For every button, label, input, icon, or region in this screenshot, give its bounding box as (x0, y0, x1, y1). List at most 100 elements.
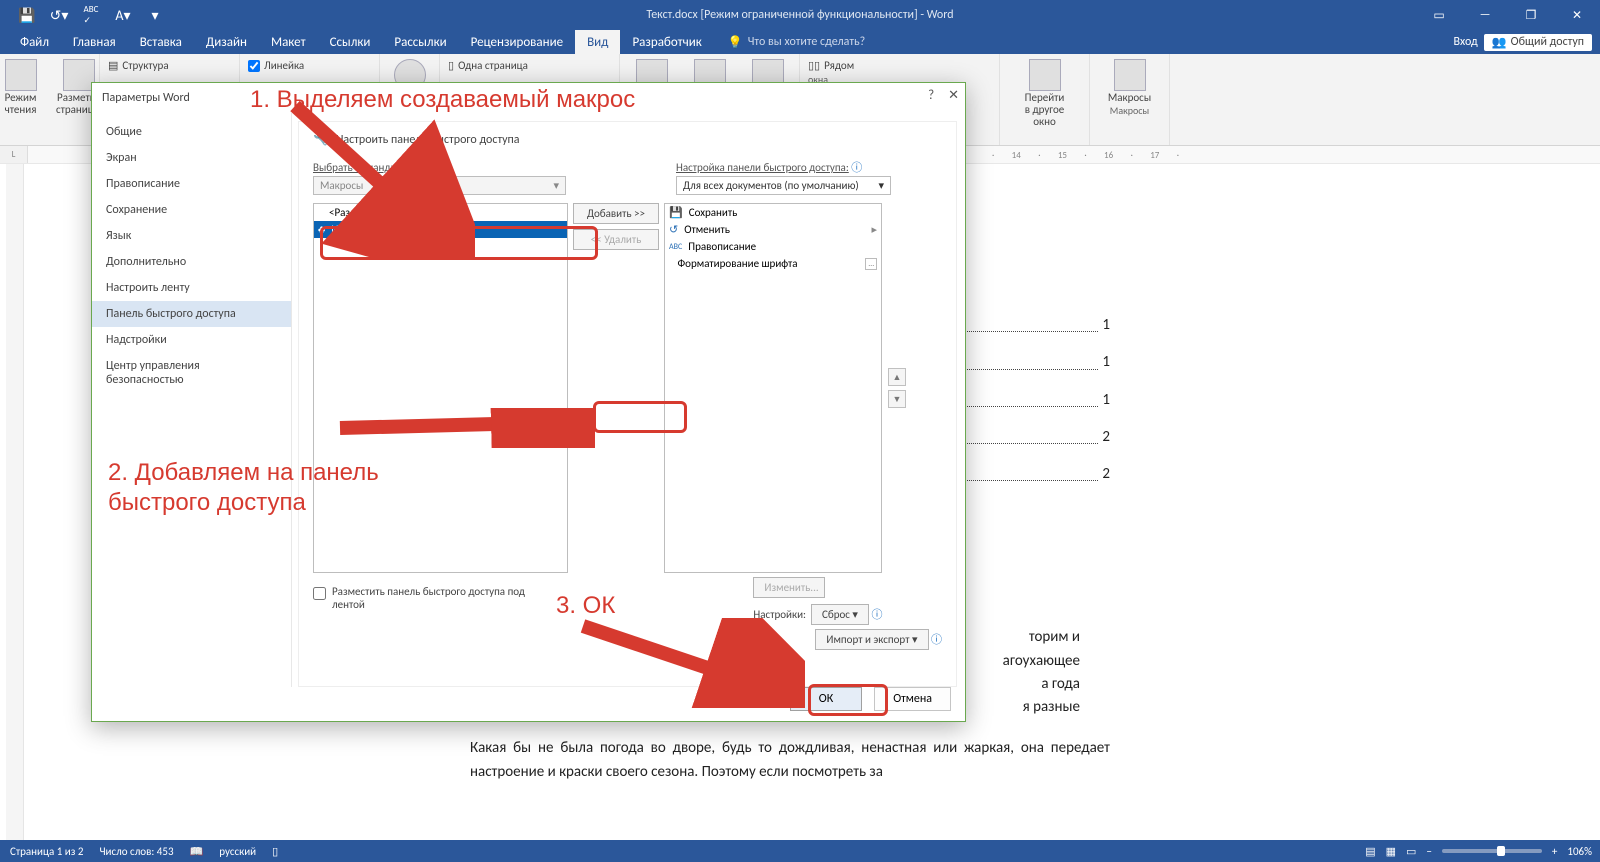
macros-group-label: Макросы (1110, 104, 1149, 119)
outline-button[interactable]: ▤Структура (108, 58, 169, 73)
sidebar-item-display[interactable]: Экран (92, 145, 291, 171)
tab-view[interactable]: Вид (575, 30, 620, 54)
sidebar-item-addins[interactable]: Надстройки (92, 327, 291, 353)
customize-qat-label: Настройка панели быстрого доступа: ⓘ (676, 159, 891, 175)
share-label: Общий доступ (1511, 35, 1584, 49)
body-paragraph: Какая бы не была погода во дворе, будь т… (470, 737, 1110, 784)
switch-windows-button[interactable]: Перейти в другое окно (1020, 56, 1070, 128)
move-up-button[interactable]: ▲ (888, 368, 906, 386)
maximize-button[interactable]: ❐ (1508, 0, 1554, 30)
quick-access-toolbar: 💾 ↺▾ ABC✓ A▾ ▾ (0, 2, 168, 28)
list-item: 💾Сохранить (665, 204, 881, 221)
sidebar-item-language[interactable]: Язык (92, 223, 291, 249)
tell-me-search[interactable]: 💡 Что вы хотите сделать? (714, 30, 865, 54)
zoom-level[interactable]: 106% (1567, 845, 1592, 858)
zoom-in-button[interactable]: + (1552, 845, 1557, 858)
title-bar: 💾 ↺▾ ABC✓ A▾ ▾ Текст.docx [Режим огранич… (0, 0, 1600, 30)
reading-mode-button[interactable]: Режим чтения (0, 56, 46, 116)
info-icon[interactable]: ⓘ (871, 608, 882, 621)
switch-windows-icon (1029, 59, 1061, 91)
dialog-help-button[interactable]: ? (928, 88, 934, 103)
spell-small-icon: ABC (669, 242, 682, 252)
modify-button[interactable]: Изменить... (753, 577, 825, 598)
spellcheck-icon[interactable]: ABC✓ (78, 2, 104, 28)
annotation-1: 1. Выделяем создаваемый макрос (250, 86, 635, 114)
one-page-icon: ▯ (448, 59, 454, 72)
word-options-dialog: Параметры Word ? ✕ Общие Экран Правописа… (91, 82, 966, 722)
tab-file[interactable]: Файл (8, 30, 61, 54)
sidebar-item-save[interactable]: Сохранение (92, 197, 291, 223)
status-words[interactable]: Число слов: 453 (99, 845, 173, 858)
ribbon-tabs: Файл Главная Вставка Дизайн Макет Ссылки… (0, 30, 1600, 54)
reset-button[interactable]: Сброс ▾ (811, 604, 869, 625)
status-page[interactable]: Страница 1 из 2 (10, 845, 83, 858)
zoom-slider[interactable] (1442, 849, 1542, 853)
ribbon-display-options-icon[interactable]: ▭ (1416, 0, 1462, 30)
side-by-side-button[interactable]: ▯▯Рядом (808, 58, 854, 73)
show-below-ribbon-checkbox[interactable]: Разместить панель быстрого доступа под л… (313, 585, 553, 611)
customize-qat-select[interactable]: Для всех документов (по умолчанию)▾ (676, 176, 891, 195)
status-language[interactable]: русский (219, 845, 256, 858)
sidebar-item-advanced[interactable]: Дополнительно (92, 249, 291, 275)
view-read-mode-icon[interactable]: ▤ (1365, 845, 1375, 858)
tab-layout[interactable]: Макет (259, 30, 318, 54)
ruler-checkbox[interactable]: Линейка (248, 58, 304, 73)
status-proofing-icon[interactable]: 📖 (190, 845, 204, 858)
view-print-layout-icon[interactable]: ▦ (1386, 845, 1396, 858)
status-macro-icon[interactable]: ▯ (272, 845, 278, 858)
dialog-close-button[interactable]: ✕ (948, 88, 959, 103)
share-icon: 👥 (1492, 35, 1507, 50)
macros-icon (1114, 59, 1146, 91)
minimize-button[interactable]: — (1462, 0, 1508, 30)
tab-references[interactable]: Ссылки (318, 30, 383, 54)
sidebar-item-customize-ribbon[interactable]: Настроить ленту (92, 275, 291, 301)
lightbulb-icon: 💡 (728, 35, 743, 50)
annotation-arrow-2 (335, 408, 595, 448)
annotation-3: 3. ОК (556, 592, 615, 620)
view-web-layout-icon[interactable]: ▭ (1406, 845, 1416, 858)
zoom-out-button[interactable]: − (1426, 845, 1431, 858)
close-button[interactable]: ✕ (1554, 0, 1600, 30)
share-button[interactable]: 👥 Общий доступ (1484, 34, 1592, 51)
annotation-highlight-2 (593, 401, 687, 433)
one-page-button[interactable]: ▯Одна страница (448, 58, 528, 73)
reading-mode-icon (5, 59, 37, 91)
info-icon[interactable]: ⓘ (851, 161, 862, 174)
undo-icon[interactable]: ↺▾ (46, 2, 72, 28)
save-icon[interactable]: 💾 (14, 2, 40, 28)
list-item: Форматирование шрифта… (665, 255, 881, 272)
tab-home[interactable]: Главная (61, 30, 128, 54)
tab-design[interactable]: Дизайн (194, 30, 259, 54)
dialog-sidebar: Общие Экран Правописание Сохранение Язык… (92, 113, 292, 687)
sidebar-item-trust-center[interactable]: Центр управления безопасностью (92, 353, 291, 393)
dialog-title: Параметры Word (102, 91, 190, 105)
tab-mailings[interactable]: Рассылки (382, 30, 458, 54)
font-format-icon[interactable]: A▾ (110, 2, 136, 28)
tab-developer[interactable]: Разработчик (620, 30, 713, 54)
tab-review[interactable]: Рецензирование (459, 30, 575, 54)
qat-commands-list[interactable]: 💾Сохранить ↺Отменить▸ ABCПравописание Фо… (664, 203, 882, 573)
info-icon[interactable]: ⓘ (931, 633, 942, 646)
sidebar-item-quick-access-toolbar[interactable]: Панель быстрого доступа (92, 301, 291, 327)
ruler-corner: L (0, 146, 28, 163)
vertical-ruler (6, 164, 24, 840)
add-button[interactable]: Добавить >> (573, 203, 659, 224)
sidebar-item-proofing[interactable]: Правописание (92, 171, 291, 197)
window-title: Текст.docx [Режим ограниченной функциона… (646, 8, 953, 22)
move-down-button[interactable]: ▼ (888, 390, 906, 408)
macros-button[interactable]: Макросы (1105, 56, 1155, 104)
import-export-button[interactable]: Импорт и экспорт ▾ (815, 629, 928, 650)
signin-link[interactable]: Вход (1453, 35, 1477, 49)
annotation-arrow-3 (575, 618, 805, 708)
annotation-highlight-3 (808, 684, 888, 716)
qat-customize-icon[interactable]: ▾ (142, 2, 168, 28)
sidebar-item-general[interactable]: Общие (92, 119, 291, 145)
status-bar: Страница 1 из 2 Число слов: 453 📖 русски… (0, 840, 1600, 862)
save-small-icon: 💾 (669, 206, 683, 219)
annotation-2: 2. Добавляем на панель быстрого доступа (108, 458, 468, 518)
tab-insert[interactable]: Вставка (128, 30, 194, 54)
annotation-arrow-1 (285, 98, 475, 258)
outline-icon: ▤ (108, 59, 118, 72)
list-item: ABCПравописание (665, 238, 881, 255)
list-item: ↺Отменить▸ (665, 221, 881, 238)
